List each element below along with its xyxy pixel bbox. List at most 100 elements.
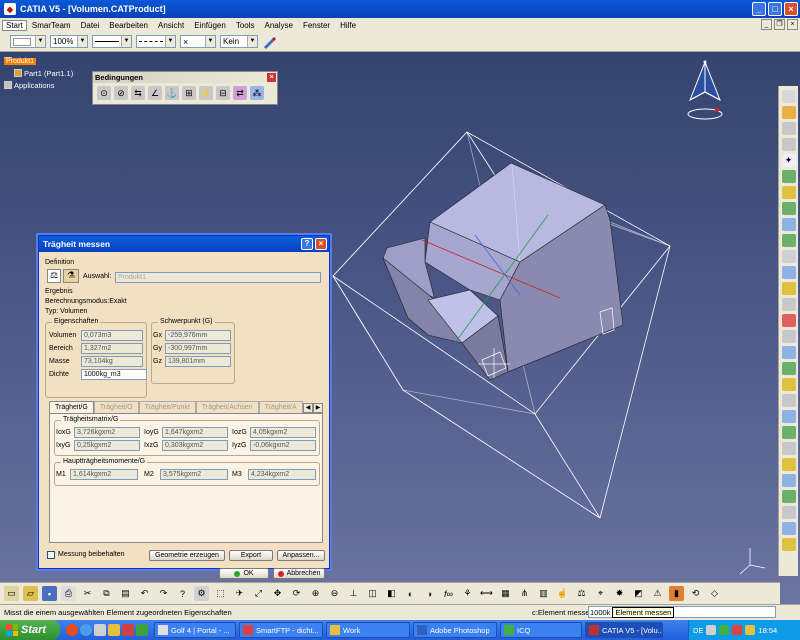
menu-einfuegen[interactable]: Einfügen <box>189 21 231 30</box>
dialog-titlebar[interactable]: Trägheit messen ? × <box>39 236 329 252</box>
toolbar-tool-icon[interactable] <box>781 250 796 263</box>
toolbar-tool-icon[interactable] <box>781 106 796 119</box>
toolbar-tool-icon[interactable] <box>781 170 796 183</box>
close-icon[interactable]: × <box>315 238 327 250</box>
toolbar-tool-icon[interactable] <box>781 426 796 439</box>
tab-inertia-a[interactable]: Trägheit/A <box>258 401 303 413</box>
toolbar-tool-icon[interactable] <box>781 218 796 231</box>
swap-space-icon[interactable]: ◑ <box>422 586 437 601</box>
toolbar-tool-icon[interactable] <box>781 186 796 199</box>
update-icon[interactable]: ⟲ <box>688 586 703 601</box>
close-icon[interactable]: × <box>267 73 276 82</box>
customize-button[interactable]: Anpassen... <box>277 550 325 561</box>
task-photoshop[interactable]: Adobe Photoshop <box>413 622 497 638</box>
toolbar-tool-icon[interactable] <box>781 266 796 279</box>
fit-all-icon[interactable]: ⤢ <box>251 586 266 601</box>
fly-icon[interactable]: ✈ <box>232 586 247 601</box>
bedingungen-titlebar[interactable]: Bedingungen × <box>93 72 277 83</box>
firefox-icon[interactable] <box>66 624 78 636</box>
measure-inertia-mode-icon[interactable]: ⚗ <box>63 269 79 283</box>
painter-icon[interactable] <box>262 35 276 49</box>
start-button[interactable]: Start <box>0 620 60 640</box>
print-icon[interactable]: ⎙ <box>61 586 76 601</box>
toolbar-tool-icon[interactable] <box>781 442 796 455</box>
ok-button[interactable]: OK <box>219 568 269 579</box>
paste-icon[interactable]: ▤ <box>118 586 133 601</box>
export-button[interactable]: Export <box>229 550 273 561</box>
render-style-icon[interactable]: ◧ <box>384 586 399 601</box>
fix-together-icon[interactable]: ⊞ <box>182 86 196 100</box>
zoom-in-icon[interactable]: ⊕ <box>308 586 323 601</box>
layer-combo[interactable]: Kein ▼ <box>220 35 258 48</box>
fix-component-icon[interactable]: ⚓ <box>165 86 179 100</box>
manipulate-icon[interactable]: ☝ <box>555 586 570 601</box>
toolbar-tool-icon[interactable] <box>781 122 796 135</box>
clash-icon[interactable]: ⚠ <box>650 586 665 601</box>
formula-icon[interactable]: f∞ <box>441 586 456 601</box>
tab-scroll-right-icon[interactable]: ▶ <box>313 403 323 413</box>
minimize-button[interactable]: _ <box>752 2 766 16</box>
tool-icon[interactable]: ⚙ <box>194 586 209 601</box>
desktop-icon[interactable] <box>94 624 106 636</box>
toolbar-tool-icon[interactable] <box>781 490 796 503</box>
transparency-combo[interactable]: 100% ▼ <box>50 35 88 48</box>
copy-icon[interactable]: ⧉ <box>99 586 114 601</box>
tray-icon[interactable] <box>745 625 756 635</box>
toolbar-tool-icon[interactable] <box>781 138 796 151</box>
selection-field[interactable]: Produkt1 <box>115 272 321 283</box>
language-indicator[interactable]: DE <box>693 626 703 635</box>
tree-node-part[interactable]: Part1 (Part1.1) <box>4 67 73 79</box>
help-icon[interactable]: ? <box>301 238 313 250</box>
toolbar-tool-icon[interactable] <box>781 458 796 471</box>
sectioning-icon[interactable]: ▮ <box>669 586 684 601</box>
folder-icon[interactable] <box>108 624 120 636</box>
linetype-combo[interactable]: ▼ <box>136 35 176 48</box>
toolbar-tool-icon[interactable] <box>781 202 796 215</box>
normal-view-icon[interactable]: ⊥ <box>346 586 361 601</box>
task-smartftp[interactable]: SmartFTP - dicht... <box>239 622 323 638</box>
change-constraint-icon[interactable]: ⇄ <box>233 86 247 100</box>
toolbar-tool-icon[interactable] <box>781 90 796 103</box>
rotate-icon[interactable]: ⟳ <box>289 586 304 601</box>
offset-constraint-icon[interactable]: ⇆ <box>131 86 145 100</box>
tab-inertia-o[interactable]: Trägheit/O <box>93 401 139 413</box>
tree-node-root[interactable]: Produkt1 <box>4 55 73 67</box>
menu-bearbeiten[interactable]: Bearbeiten <box>104 21 153 30</box>
toolbar-tool-icon[interactable] <box>781 522 796 535</box>
undo-icon[interactable]: ↶ <box>137 586 152 601</box>
task-icq[interactable]: ICQ <box>500 622 582 638</box>
flexible-subassembly-icon[interactable]: ⊟ <box>216 86 230 100</box>
compass-icon[interactable] <box>684 60 726 122</box>
toolbar-tool-icon[interactable] <box>781 330 796 343</box>
point-symbol-combo[interactable]: × ▼ <box>180 35 216 48</box>
create-geometry-button[interactable]: Geometrie erzeugen <box>149 550 225 561</box>
toolbar-tool-icon[interactable] <box>781 378 796 391</box>
menu-tools[interactable]: Tools <box>231 21 260 30</box>
measure-inertia-icon[interactable]: ⚖ <box>574 586 589 601</box>
app-icon[interactable] <box>136 624 148 636</box>
task-catia[interactable]: CATIA V5 - [Volu... <box>585 622 663 638</box>
zoom-out-icon[interactable]: ⊖ <box>327 586 342 601</box>
toolbar-tool-icon[interactable] <box>781 362 796 375</box>
maximize-button[interactable]: □ <box>768 2 782 16</box>
new-file-icon[interactable]: ▭ <box>4 586 19 601</box>
toolbar-tool-icon[interactable] <box>781 282 796 295</box>
cut-icon[interactable]: ✂ <box>80 586 95 601</box>
tree-node-applications[interactable]: Applications <box>4 79 73 91</box>
measure-between-icon[interactable]: ⟷ <box>479 586 494 601</box>
toolbar-tool-icon[interactable] <box>781 506 796 519</box>
task-golf[interactable]: Golf 4 | Portal - ... <box>154 622 236 638</box>
coincidence-constraint-icon[interactable]: ⊙ <box>97 86 111 100</box>
menu-analyse[interactable]: Analyse <box>260 21 298 30</box>
view-icon[interactable]: ◫ <box>365 586 380 601</box>
app-icon[interactable] <box>122 624 134 636</box>
section-icon[interactable]: ◩ <box>631 586 646 601</box>
toolbar-tool-icon[interactable] <box>781 298 796 311</box>
close-button[interactable]: × <box>784 2 798 16</box>
tray-icon[interactable] <box>706 625 717 635</box>
menu-smarteam[interactable]: SmarTeam <box>27 21 76 30</box>
toolbar-tool-icon[interactable] <box>781 410 796 423</box>
toolbar-tool-icon[interactable] <box>781 314 796 327</box>
keep-measure-checkbox[interactable] <box>47 551 55 559</box>
command-input[interactable]: 1000k Element messen <box>588 606 776 618</box>
